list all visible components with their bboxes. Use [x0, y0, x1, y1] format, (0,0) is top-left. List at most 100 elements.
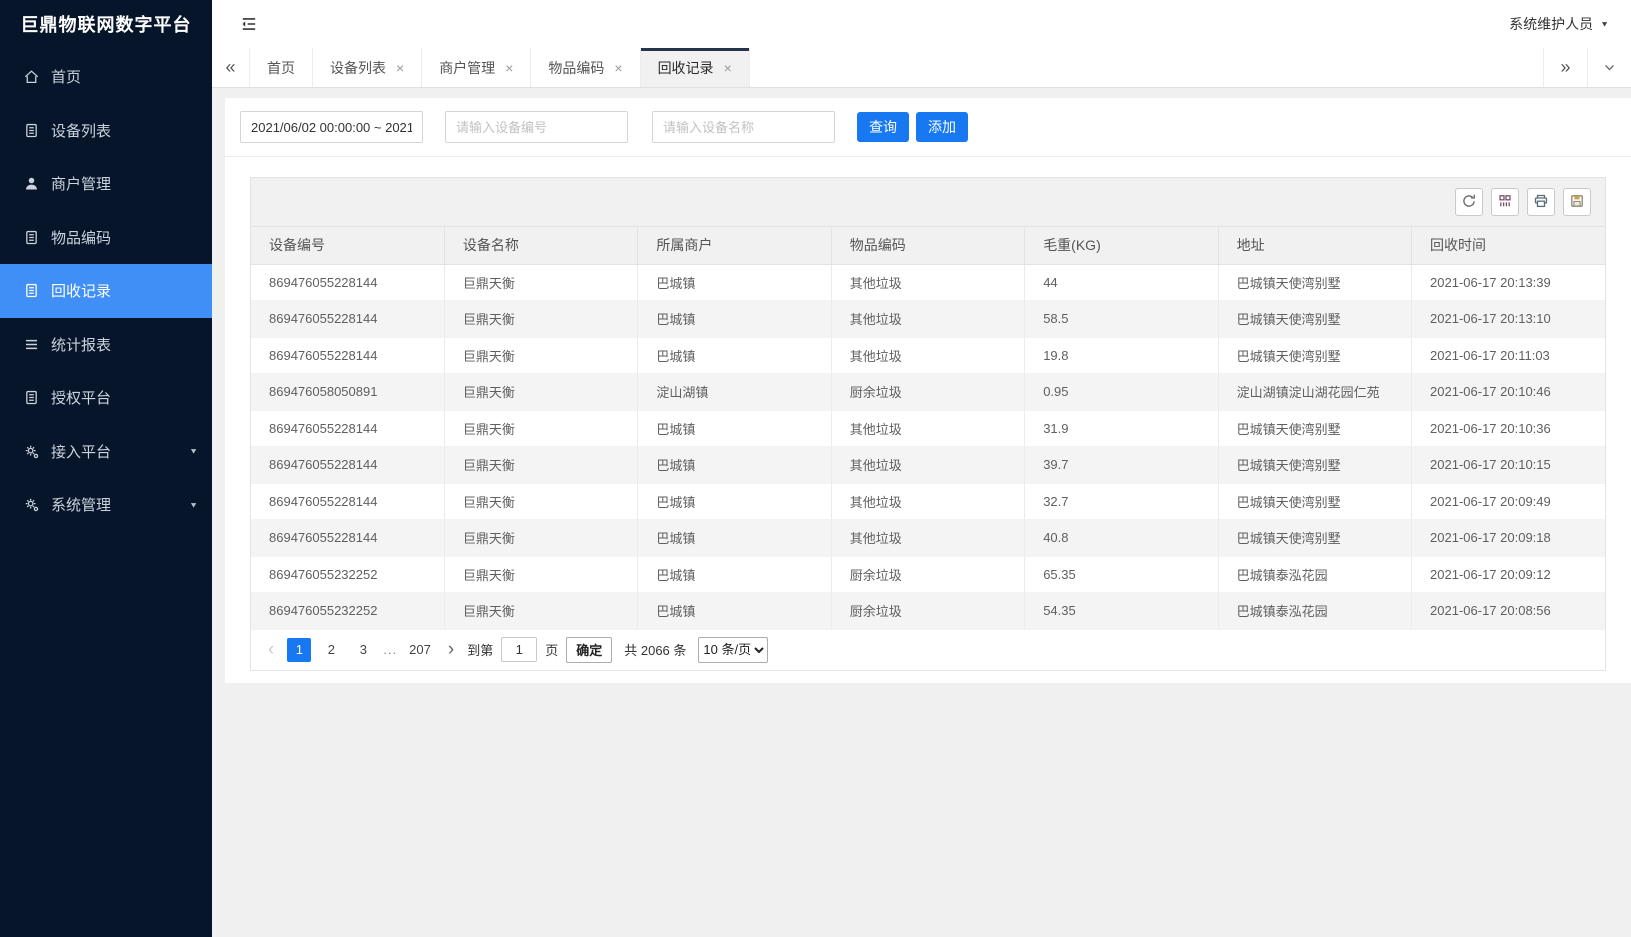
- caret-down-icon: ▼: [189, 447, 198, 456]
- page-ellipsis: ...: [383, 642, 397, 657]
- goto-label: 到第: [467, 640, 493, 659]
- tab-home[interactable]: 首页: [250, 48, 313, 87]
- page-button-2[interactable]: 2: [319, 638, 343, 662]
- page-button-3[interactable]: 3: [351, 638, 375, 662]
- table-cell: 巨鼎天衡: [444, 301, 637, 338]
- user-icon: [23, 175, 40, 192]
- tab-device-list[interactable]: 设备列表 ×: [313, 48, 422, 87]
- table-cell: 其他垃圾: [831, 483, 1024, 520]
- table-row[interactable]: 869476058050891巨鼎天衡淀山湖镇厨余垃圾0.95淀山湖镇淀山湖花园…: [251, 374, 1605, 411]
- tabs-menu-button[interactable]: [1587, 48, 1631, 87]
- goto-page-input[interactable]: [501, 637, 537, 662]
- table-row[interactable]: 869476055228144巨鼎天衡巴城镇其他垃圾32.7巴城镇天使湾别墅20…: [251, 483, 1605, 520]
- table-cell: 869476055228144: [251, 410, 444, 447]
- close-icon[interactable]: ×: [614, 61, 622, 75]
- sidebar-item-authorization-platform[interactable]: 授权平台: [0, 371, 212, 425]
- refresh-icon: [1461, 193, 1477, 212]
- table-cell: 2021-06-17 20:10:15: [1412, 447, 1605, 484]
- sidebar-item-item-code[interactable]: 物品编码: [0, 211, 212, 265]
- sidebar-item-system-management[interactable]: 系统管理 ▼: [0, 478, 212, 532]
- caret-down-icon: ▼: [189, 501, 198, 510]
- table-cell: 2021-06-17 20:09:18: [1412, 520, 1605, 557]
- table-column-header: 所属商户: [638, 227, 831, 264]
- sidebar-item-access-platform[interactable]: 接入平台 ▼: [0, 425, 212, 479]
- app-root: 巨鼎物联网数字平台 首页 设备列表 商户管理: [0, 0, 1631, 937]
- table-cell: 2021-06-17 20:09:49: [1412, 483, 1605, 520]
- tab-merchant-management[interactable]: 商户管理 ×: [422, 48, 531, 87]
- table-cell: 869476058050891: [251, 374, 444, 411]
- sidebar-item-label: 首页: [51, 66, 81, 87]
- document-icon: [23, 389, 40, 406]
- table-row[interactable]: 869476055228144巨鼎天衡巴城镇其他垃圾31.9巴城镇天使湾别墅20…: [251, 410, 1605, 447]
- tab-recycle-records[interactable]: 回收记录 ×: [641, 48, 750, 87]
- tabs-scroll-left-button[interactable]: «: [212, 48, 250, 87]
- page-size-select[interactable]: 10 条/页: [698, 637, 768, 663]
- sidebar-item-home[interactable]: 首页: [0, 50, 212, 104]
- caret-down-icon: ▼: [1600, 20, 1609, 29]
- print-button[interactable]: [1527, 188, 1555, 216]
- table-cell: 44: [1025, 264, 1218, 301]
- search-button[interactable]: 查询: [857, 112, 909, 142]
- sidebar-menu: 首页 设备列表 商户管理 物品编码: [0, 50, 212, 532]
- add-button[interactable]: 添加: [916, 112, 968, 142]
- table-cell: 2021-06-17 20:09:12: [1412, 556, 1605, 593]
- prev-page-icon[interactable]: ‹: [263, 640, 279, 659]
- print-icon: [1533, 193, 1549, 212]
- records-table: 设备编号设备名称所属商户物品编码毛重(KG)地址回收时间 86947605522…: [251, 227, 1605, 630]
- home-icon: [23, 68, 40, 85]
- user-menu[interactable]: 系统维护人员 ▼: [1509, 14, 1609, 34]
- table-cell: 869476055228144: [251, 483, 444, 520]
- close-icon[interactable]: ×: [724, 61, 732, 75]
- close-icon[interactable]: ×: [396, 61, 404, 75]
- table-row[interactable]: 869476055228144巨鼎天衡巴城镇其他垃圾44巴城镇天使湾别墅2021…: [251, 264, 1605, 301]
- table-cell: 其他垃圾: [831, 337, 1024, 374]
- table-cell: 31.9: [1025, 410, 1218, 447]
- close-icon[interactable]: ×: [505, 61, 513, 75]
- table-cell: 其他垃圾: [831, 447, 1024, 484]
- table-cell: 54.35: [1025, 593, 1218, 630]
- device-id-input[interactable]: [445, 111, 628, 143]
- table-row[interactable]: 869476055228144巨鼎天衡巴城镇其他垃圾58.5巴城镇天使湾别墅20…: [251, 301, 1605, 338]
- goto-confirm-button[interactable]: 确定: [566, 637, 612, 663]
- document-icon: [23, 122, 40, 139]
- tab-bar: « 首页 设备列表 × 商户管理 × 物品编码 ×: [212, 48, 1631, 88]
- table-cell: 巴城镇: [638, 556, 831, 593]
- table-cell: 2021-06-17 20:08:56: [1412, 593, 1605, 630]
- collapse-sidebar-icon[interactable]: [240, 15, 258, 33]
- table-row[interactable]: 869476055228144巨鼎天衡巴城镇其他垃圾40.8巴城镇天使湾别墅20…: [251, 520, 1605, 557]
- export-button[interactable]: [1563, 188, 1591, 216]
- double-chevron-right-icon: »: [1560, 57, 1570, 78]
- table-row[interactable]: 869476055232252巨鼎天衡巴城镇厨余垃圾54.35巴城镇泰泓花园20…: [251, 593, 1605, 630]
- tab-item-code[interactable]: 物品编码 ×: [531, 48, 640, 87]
- table-cell: 巨鼎天衡: [444, 264, 637, 301]
- list-icon: [23, 336, 40, 353]
- table-row[interactable]: 869476055228144巨鼎天衡巴城镇其他垃圾19.8巴城镇天使湾别墅20…: [251, 337, 1605, 374]
- sidebar-item-recycle-records[interactable]: 回收记录: [0, 264, 212, 318]
- page-button-207[interactable]: 207: [405, 638, 435, 662]
- sidebar-item-merchant-management[interactable]: 商户管理: [0, 157, 212, 211]
- page-button-1[interactable]: 1: [287, 638, 311, 662]
- table-cell: 40.8: [1025, 520, 1218, 557]
- table-cell: 巴城镇: [638, 520, 831, 557]
- pagination: ‹ 1 2 3 ... 207 › 到第 页 确定 共 2066 条: [251, 630, 1605, 670]
- table-cell: 其他垃圾: [831, 520, 1024, 557]
- next-page-icon[interactable]: ›: [443, 640, 459, 659]
- table-section: 设备编号设备名称所属商户物品编码毛重(KG)地址回收时间 86947605522…: [225, 157, 1631, 671]
- table-column-header: 设备名称: [444, 227, 637, 264]
- tabs-scroll-right-button[interactable]: »: [1543, 48, 1587, 87]
- columns-button[interactable]: [1491, 188, 1519, 216]
- table-column-header: 毛重(KG): [1025, 227, 1218, 264]
- sidebar-item-label: 设备列表: [51, 120, 111, 141]
- table-row[interactable]: 869476055228144巨鼎天衡巴城镇其他垃圾39.7巴城镇天使湾别墅20…: [251, 447, 1605, 484]
- table-cell: 2021-06-17 20:10:46: [1412, 374, 1605, 411]
- table-row[interactable]: 869476055232252巨鼎天衡巴城镇厨余垃圾65.35巴城镇泰泓花园20…: [251, 556, 1605, 593]
- sidebar-item-device-list[interactable]: 设备列表: [0, 104, 212, 158]
- columns-icon: [1497, 193, 1513, 212]
- table-cell: 巴城镇天使湾别墅: [1218, 520, 1411, 557]
- date-range-input[interactable]: [240, 111, 423, 143]
- refresh-button[interactable]: [1455, 188, 1483, 216]
- sidebar-item-statistics-report[interactable]: 统计报表: [0, 318, 212, 372]
- sidebar: 巨鼎物联网数字平台 首页 设备列表 商户管理: [0, 0, 212, 937]
- device-name-input[interactable]: [652, 111, 835, 143]
- tab-label: 商户管理: [439, 58, 495, 78]
